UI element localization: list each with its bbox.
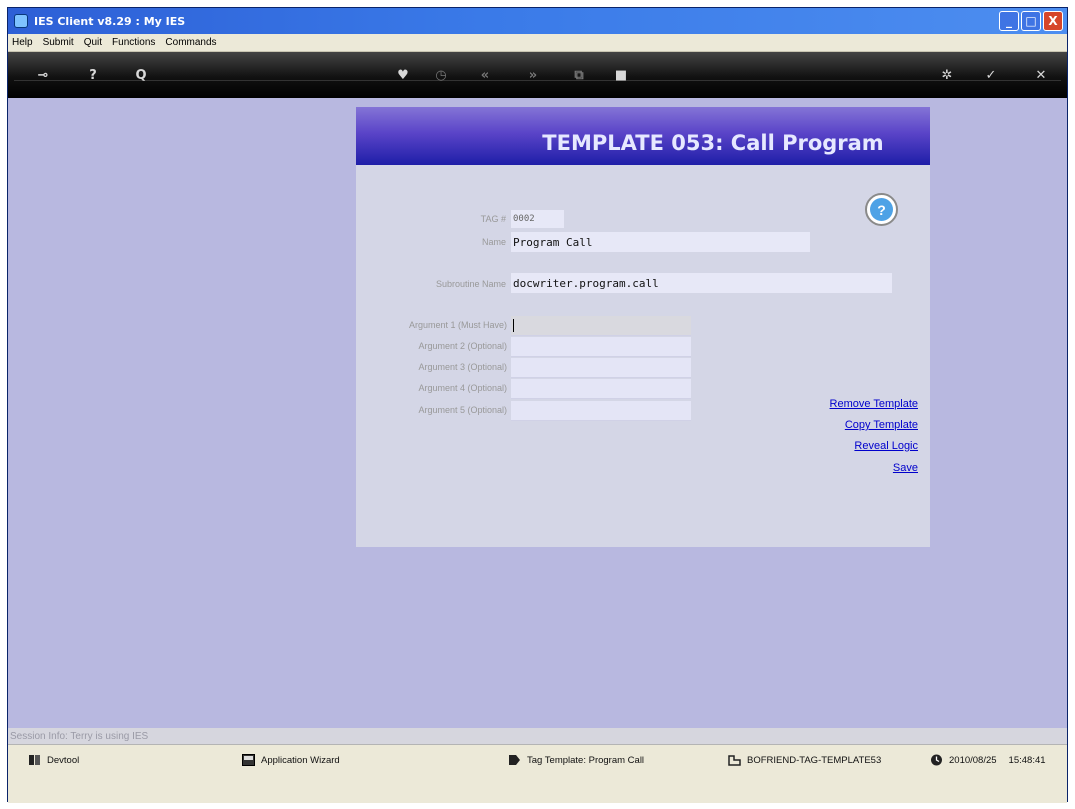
argument-4-field[interactable] xyxy=(511,379,691,399)
tag-template-item[interactable]: Tag Template: Program Call xyxy=(508,754,644,766)
object-icon xyxy=(728,755,741,766)
key-icon[interactable]: ⊸ xyxy=(32,66,54,84)
help-icon[interactable]: ? xyxy=(82,66,104,84)
argument-1-label: Argument 1 (Must Have) xyxy=(408,320,507,330)
toolbar: ⊸ ? Q ♥ ◷ « » ⧉ ■ ✲ ✓ ✕ xyxy=(8,52,1067,98)
time-label: 15:48:41 xyxy=(1008,754,1046,766)
question-icon: ? xyxy=(870,198,893,221)
name-label: Name xyxy=(481,237,506,247)
clock-icon[interactable]: ◷ xyxy=(430,66,452,84)
forward-icon[interactable]: » xyxy=(522,66,544,84)
argument-5-field[interactable] xyxy=(511,401,691,421)
menu-commands[interactable]: Commands xyxy=(165,37,216,48)
menu-submit[interactable]: Submit xyxy=(43,37,74,48)
tag-label: TAG # xyxy=(480,214,506,224)
settings-icon[interactable]: ✲ xyxy=(936,66,958,84)
menu-help[interactable]: Help xyxy=(12,37,33,48)
devtool-item[interactable]: Devtool xyxy=(28,754,79,766)
back-icon[interactable]: « xyxy=(474,66,496,84)
argument-4-label: Argument 4 (Optional) xyxy=(418,383,507,393)
copy-template-link[interactable]: Copy Template xyxy=(845,419,918,431)
ok-icon[interactable]: ✓ xyxy=(980,66,1002,84)
help-button[interactable]: ? xyxy=(865,193,898,226)
remove-template-link[interactable]: Remove Template xyxy=(830,398,918,410)
application-wizard-item[interactable]: Application Wizard xyxy=(242,754,340,766)
search-icon[interactable]: Q xyxy=(130,66,152,84)
menu-functions[interactable]: Functions xyxy=(112,37,155,48)
minimize-button[interactable]: _ xyxy=(999,11,1019,31)
maximize-button[interactable]: □ xyxy=(1021,11,1041,31)
save-link[interactable]: Save xyxy=(893,462,918,474)
status-bar: Devtool Application Wizard Tag Template:… xyxy=(8,744,1067,803)
datetime-item: 2010/08/25 15:48:41 xyxy=(930,754,1046,766)
argument-2-label: Argument 2 (Optional) xyxy=(418,341,507,351)
argument-5-label: Argument 5 (Optional) xyxy=(418,405,507,415)
text-caret xyxy=(513,319,514,332)
argument-2-field[interactable] xyxy=(511,337,691,357)
heart-icon[interactable]: ♥ xyxy=(392,66,414,84)
title-bar[interactable]: IES Client v8.29 : My IES _ □ X xyxy=(8,8,1067,34)
template-panel: TEMPLATE 053: Call Program ? TAG # 0002 … xyxy=(356,107,930,547)
tag-template-label: Tag Template: Program Call xyxy=(527,754,645,766)
menu-bar: Help Submit Quit Functions Commands xyxy=(8,34,1067,52)
panel-title: TEMPLATE 053: Call Program xyxy=(356,107,930,165)
clock-status-icon xyxy=(931,754,942,766)
subroutine-field[interactable]: docwriter.program.call xyxy=(511,273,892,293)
argument-3-label: Argument 3 (Optional) xyxy=(418,362,507,372)
object-item[interactable]: BOFRIEND-TAG-TEMPLATE53 xyxy=(728,754,881,766)
tag-field[interactable]: 0002 xyxy=(511,210,564,228)
devtool-icon xyxy=(29,755,40,765)
reveal-logic-link[interactable]: Reveal Logic xyxy=(854,440,918,452)
tag-template-icon xyxy=(509,755,520,765)
date-label: 2010/08/25 xyxy=(949,754,997,766)
devtool-label: Devtool xyxy=(47,754,80,766)
wizard-label: Application Wizard xyxy=(261,754,340,766)
window-controls: _ □ X xyxy=(999,11,1063,31)
close-icon[interactable]: ✕ xyxy=(1030,66,1052,84)
session-info: Session Info: Terry is using IES xyxy=(8,728,1067,744)
close-button[interactable]: X xyxy=(1043,11,1063,31)
argument-3-field[interactable] xyxy=(511,358,691,378)
app-logo-icon xyxy=(14,14,28,28)
app-window: IES Client v8.29 : My IES _ □ X Help Sub… xyxy=(7,7,1068,803)
argument-1-field[interactable] xyxy=(511,316,691,336)
object-label: BOFRIEND-TAG-TEMPLATE53 xyxy=(747,754,882,766)
subroutine-label: Subroutine Name xyxy=(435,279,506,289)
menu-quit[interactable]: Quit xyxy=(84,37,102,48)
wizard-icon xyxy=(242,754,255,766)
copy-icon[interactable]: ⧉ xyxy=(568,66,590,84)
stop-icon[interactable]: ■ xyxy=(610,66,632,84)
window-title: IES Client v8.29 : My IES xyxy=(34,14,186,28)
name-field[interactable]: Program Call xyxy=(511,232,810,252)
